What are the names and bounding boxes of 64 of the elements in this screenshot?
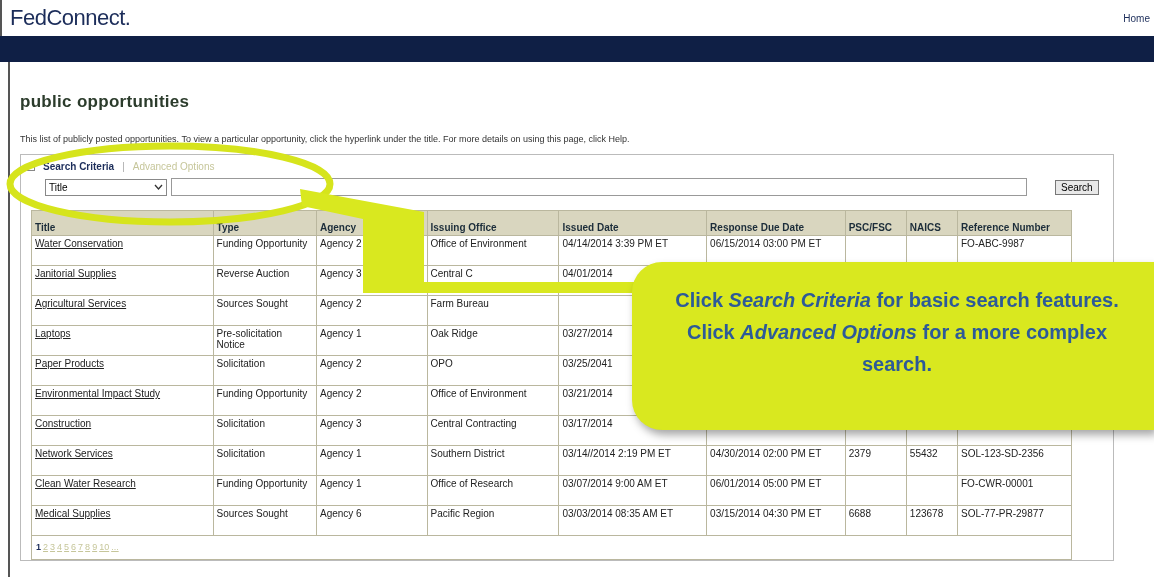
table-cell: Agency 6 (316, 505, 427, 536)
table-cell: SOL-123-SD-2356 (957, 445, 1072, 476)
table-cell: Agency 2 (316, 385, 427, 416)
table-cell: 2379 (845, 445, 907, 476)
table-cell: Sources Sought (213, 505, 317, 536)
table-cell: 03/15/2014 04:30 PM ET (706, 505, 846, 536)
opportunity-link[interactable]: Laptops (35, 328, 71, 339)
table-cell: Office of Environment (427, 235, 559, 266)
table-cell: 123678 (906, 505, 958, 536)
search-tab[interactable]: Search Criteria (43, 161, 115, 172)
table-cell: Office of Environment (427, 385, 559, 416)
column-header: Issuing Office (427, 210, 559, 236)
search-button[interactable]: Search (1055, 179, 1099, 195)
table-cell: Agency 2 (316, 295, 427, 326)
page-link[interactable]: 1 (36, 542, 41, 553)
column-header: Reference Number (957, 210, 1072, 236)
opportunity-link[interactable]: Clean Water Research (35, 478, 136, 489)
table-cell: Solicitation (213, 445, 317, 476)
table-cell: 03/03/2014 08:35 AM ET (559, 505, 707, 536)
table-cell: Office of Research (427, 475, 559, 506)
table-cell: Southern District (427, 445, 559, 476)
table-cell: Sources Sought (213, 295, 317, 326)
table-cell: 06/01/2014 05:00 PM ET (706, 475, 846, 506)
table-cell: Solicitation (213, 355, 317, 386)
table-cell: FO-CWR-00001 (957, 475, 1072, 506)
table-cell: Agency 1 (316, 325, 427, 356)
table-cell: Farm Bureau (427, 295, 559, 326)
opportunity-link[interactable]: Medical Supplies (35, 508, 111, 519)
tab-separator: | (122, 161, 125, 172)
opportunity-link[interactable]: Water Conservation (35, 238, 123, 249)
table-cell: Oak Ridge (427, 325, 559, 356)
opportunity-link[interactable]: Agricultural Services (35, 298, 127, 309)
column-header: PSC/FSC (845, 210, 907, 236)
column-header: Response Due Date (706, 210, 846, 236)
intro-text: This list of publicly posted opportunities. To view a particular opportunity, click the hyperlink under the title. For more details on using this page, click Help. (20, 134, 631, 144)
table-cell: 04/30/2014 02:00 PM ET (706, 445, 846, 476)
table-cell: SOL-77-PR-29877 (957, 505, 1072, 536)
table-cell: Pacific Region (427, 505, 559, 536)
page-title: public opportunities (20, 91, 191, 112)
fedconnect-logo: FedConnect. (10, 5, 131, 31)
table-cell: 03/14//2014 2:19 PM ET (559, 445, 707, 476)
column-header: Issued Date (559, 210, 707, 236)
opportunity-link[interactable]: Janitorial Supplies (35, 268, 117, 279)
opportunity-link[interactable]: Network Services (35, 448, 113, 459)
home-link[interactable]: Home (1123, 12, 1150, 24)
opportunity-link[interactable]: Construction (35, 418, 92, 429)
table-cell: Agency 1 (316, 475, 427, 506)
table-cell: Funding Opportunity (213, 235, 317, 266)
table-cell: Agency 1 (316, 445, 427, 476)
opportunity-link[interactable]: Paper Products (35, 358, 104, 369)
table-cell: Solicitation (213, 415, 317, 446)
table-cell: Agency 3 (316, 415, 427, 446)
table-cell: Funding Opportunity (213, 385, 317, 416)
table-cell: Funding Opportunity (213, 475, 317, 506)
table-cell: Pre-solicitation Notice (213, 325, 317, 356)
table-cell: Agency 2 (316, 355, 427, 386)
table-cell: 55432 (906, 445, 958, 476)
table-cell: 03/07/2014 9:00 AM ET (559, 475, 707, 506)
table-cell: Central Contracting (427, 415, 559, 446)
column-header: NAICS (906, 210, 958, 236)
table-cell: 6688 (845, 505, 907, 536)
table-cell: Reverse Auction (213, 265, 317, 296)
field-dropdown[interactable]: Title (45, 178, 167, 196)
table-cell: OPO (427, 355, 559, 386)
